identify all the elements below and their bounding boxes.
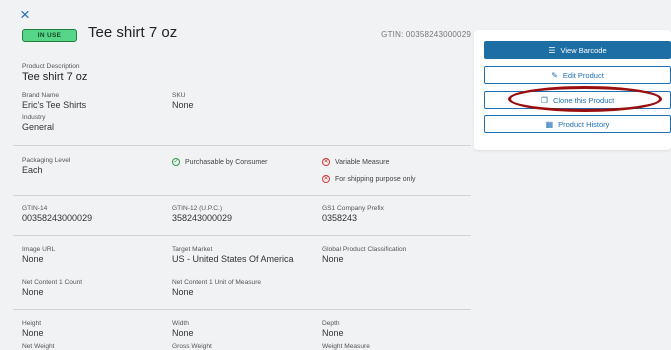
section-divider — [13, 195, 471, 196]
field-value: General — [22, 122, 55, 132]
field-value: None — [22, 254, 44, 264]
gtin14-field: GTIN-14 00358243000029 — [22, 205, 92, 223]
gross-weight-field: Gross Weight — [172, 343, 212, 350]
section-divider — [13, 145, 471, 146]
field-label: Product Description — [22, 63, 80, 70]
sku-field: SKU None — [172, 92, 194, 110]
flag-label: Purchasable by Consumer — [185, 158, 268, 166]
variable-measure-flag: ✕ Variable Measure — [322, 158, 389, 166]
button-label: Edit Product — [562, 70, 604, 80]
field-label: GTIN-14 — [22, 205, 48, 212]
purchasable-flag: ✓ Purchasable by Consumer — [172, 158, 268, 166]
net-content-count-field: Net Content 1 Count None — [22, 279, 82, 297]
field-label: Height — [22, 320, 42, 327]
field-value: Each — [22, 165, 43, 175]
product-description-field: Product Description Tee shirt 7 oz — [22, 63, 87, 83]
brand-name-field: Brand Name Eric's Tee Shirts — [22, 92, 86, 110]
width-field: Width None — [172, 320, 194, 338]
section-divider — [13, 235, 471, 236]
field-value: None — [322, 254, 344, 264]
page-title: Tee shirt 7 oz — [88, 24, 178, 41]
field-value: None — [22, 328, 44, 338]
field-label: Global Product Classification — [322, 246, 407, 253]
gpc-field: Global Product Classification None — [322, 246, 406, 264]
field-label: Gross Weight — [172, 343, 212, 350]
product-header: IN USE Tee shirt 7 oz GTIN: 003582430000… — [13, 24, 471, 48]
button-label: Clone this Product — [552, 95, 615, 105]
copy-icon: ❐ — [540, 95, 548, 105]
field-label: Image URL — [22, 246, 56, 253]
field-label: GTIN-12 (U.P.C.) — [172, 205, 223, 212]
field-value: US - United States Of America — [172, 254, 294, 264]
field-label: Target Market — [172, 246, 213, 253]
x-circle-icon: ✕ — [322, 158, 330, 166]
field-label: Weight Measure — [322, 343, 370, 350]
button-label: View Barcode — [560, 45, 607, 55]
field-label: Brand Name — [22, 92, 60, 99]
field-value: 358243000029 — [172, 213, 233, 223]
gtin-header-label: GTIN: 00358243000029 — [381, 30, 471, 39]
field-label: Packaging Level — [22, 157, 71, 164]
image-url-field: Image URL None — [22, 246, 55, 264]
table-icon: ▦ — [545, 119, 554, 129]
check-circle-icon: ✓ — [172, 158, 180, 166]
field-value: None — [172, 100, 194, 110]
clone-product-button[interactable]: ❐ Clone this Product — [484, 91, 671, 109]
shipping-only-flag: ✕ For shipping purpose only — [322, 175, 416, 183]
view-barcode-button[interactable]: ☰ View Barcode — [484, 41, 671, 59]
gs1-prefix-field: GS1 Company Prefix 0358243 — [322, 205, 384, 223]
field-value: 0358243 — [322, 213, 358, 223]
industry-field: Industry General — [22, 114, 54, 132]
barcode-icon: ☰ — [548, 45, 556, 55]
field-label: Net Content 1 Count — [22, 279, 83, 286]
field-label: Depth — [322, 320, 340, 327]
field-label: Net Weight — [22, 343, 55, 350]
field-value: 00358243000029 — [22, 213, 93, 223]
field-value: Tee shirt 7 oz — [22, 71, 88, 83]
edit-icon: ✎ — [551, 70, 558, 80]
depth-field: Depth None — [322, 320, 344, 338]
button-label: Product History — [558, 119, 610, 129]
packaging-level-field: Packaging Level Each — [22, 157, 70, 175]
edit-product-button[interactable]: ✎ Edit Product — [484, 66, 671, 84]
section-divider — [13, 309, 471, 310]
x-circle-icon: ✕ — [322, 175, 330, 183]
field-label: GS1 Company Prefix — [322, 205, 384, 212]
field-label: Industry — [22, 114, 46, 121]
net-content-uom-field: Net Content 1 Unit of Measure None — [172, 279, 261, 297]
field-label: Width — [172, 320, 189, 327]
actions-panel: ☰ View Barcode ✎ Edit Product ❐ Clone th… — [474, 30, 671, 150]
product-history-button[interactable]: ▦ Product History — [484, 115, 671, 133]
field-label: SKU — [172, 92, 186, 99]
field-value: Eric's Tee Shirts — [22, 100, 87, 110]
flag-label: Variable Measure — [335, 158, 390, 166]
gtin12-field: GTIN-12 (U.P.C.) 358243000029 — [172, 205, 232, 223]
field-value: None — [172, 287, 194, 297]
close-icon[interactable]: × — [20, 6, 38, 24]
net-weight-field: Net Weight — [22, 343, 55, 350]
target-market-field: Target Market US - United States Of Amer… — [172, 246, 294, 264]
flag-label: For shipping purpose only — [335, 175, 416, 183]
status-badge: IN USE — [22, 29, 77, 42]
field-value: None — [22, 287, 44, 297]
field-value: None — [322, 328, 344, 338]
field-value: None — [172, 328, 194, 338]
weight-measure-field: Weight Measure — [322, 343, 370, 350]
product-detail-page: × IN USE Tee shirt 7 oz GTIN: 0035824300… — [0, 0, 671, 350]
height-field: Height None — [22, 320, 44, 338]
field-label: Net Content 1 Unit of Measure — [172, 279, 262, 286]
